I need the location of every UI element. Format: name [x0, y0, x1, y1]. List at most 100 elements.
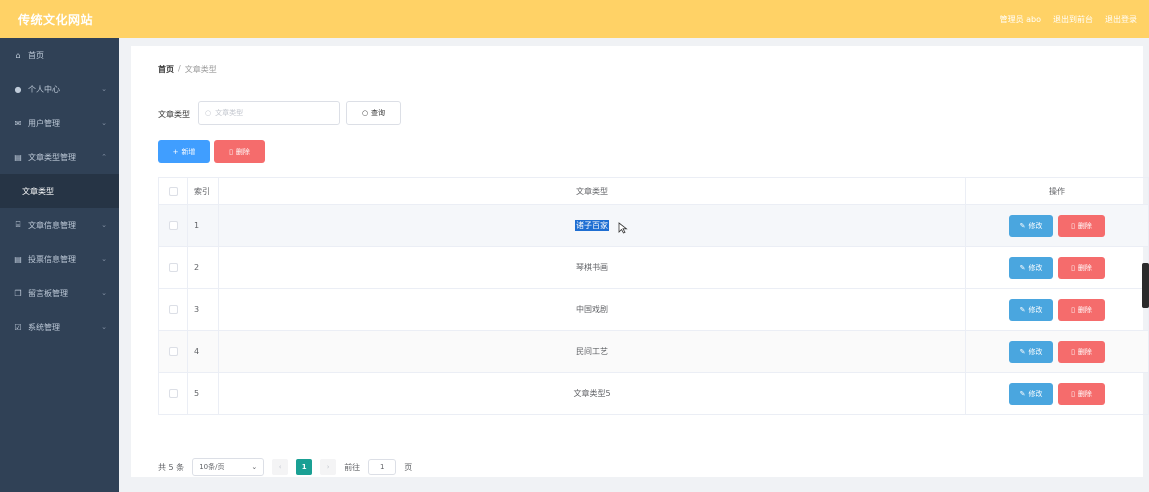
- sidebar-item-article-info[interactable]: ⌸ 文章信息管理 ⌄: [0, 208, 119, 242]
- delete-button-label: 删除: [1077, 263, 1092, 272]
- delete-button[interactable]: ▯ 删除: [1058, 214, 1105, 237]
- row-type: 民间工艺: [218, 330, 966, 373]
- bulk-delete-button[interactable]: ▯ 删除: [214, 140, 265, 163]
- row-checkbox[interactable]: [168, 389, 178, 398]
- delete-button-label: 删除: [1077, 221, 1092, 230]
- trash-icon: ▯: [1071, 347, 1075, 356]
- prev-page-button[interactable]: ‹: [272, 459, 289, 475]
- page-size-value: 10条/页: [199, 463, 225, 471]
- breadcrumb-home[interactable]: 首页: [158, 64, 174, 75]
- search-input[interactable]: ○ 文章类型: [198, 101, 340, 125]
- sidebar-item-system[interactable]: ☑ 系统管理 ⌄: [0, 310, 119, 344]
- scrollbar-handle[interactable]: [1142, 263, 1149, 308]
- sidebar-item-home[interactable]: ⌂ 首页: [0, 38, 119, 72]
- sidebar-item-label: 首页: [28, 50, 44, 60]
- edit-icon: ✎: [1019, 347, 1026, 356]
- user-icon: ●: [14, 84, 22, 94]
- edit-icon: ✎: [1019, 221, 1026, 230]
- edit-icon: ✎: [1019, 263, 1026, 272]
- delete-button[interactable]: ▯ 删除: [1058, 382, 1105, 405]
- next-page-button[interactable]: ›: [320, 459, 337, 475]
- row-check-cell: [158, 330, 188, 373]
- delete-button[interactable]: ▯ 删除: [1058, 256, 1105, 279]
- sidebar-item-article-type[interactable]: 文章类型: [0, 174, 119, 208]
- trash-icon: ▯: [1071, 389, 1075, 398]
- row-check-cell: [158, 204, 188, 247]
- search-icon: ○: [361, 109, 369, 117]
- edit-button[interactable]: ✎ 修改: [1009, 214, 1053, 237]
- goto-page-input[interactable]: 1: [368, 459, 397, 475]
- row-ops: ✎ 修改 ▯ 删除: [965, 204, 1149, 247]
- content-card: 首页 / 文章类型 文章类型 ○ 文章类型 ○ 查询 + 新增 ▯ 删除 索引: [131, 46, 1149, 477]
- pagination: 共 5 条 10条/页 ⌄ ‹ 1 › 前往 1 页: [158, 458, 412, 476]
- page-size-select[interactable]: 10条/页 ⌄: [192, 458, 265, 476]
- bank-icon: ⌸: [15, 220, 21, 229]
- breadcrumb-separator: /: [178, 64, 181, 73]
- sidebar-item-profile[interactable]: ● 个人中心 ⌄: [0, 72, 119, 106]
- edit-button-label: 修改: [1028, 221, 1043, 230]
- select-all-cell: [158, 177, 188, 205]
- row-type-cell: 诸子百家: [218, 204, 966, 247]
- home-icon: ⌂: [15, 50, 21, 60]
- chevron-left-icon: ‹: [278, 463, 282, 471]
- top-header: 传统文化网站 管理员 abo 退出到前台 退出登录: [0, 0, 1149, 38]
- delete-button[interactable]: ▯ 删除: [1058, 298, 1105, 321]
- chevron-down-icon: ⌄: [101, 119, 107, 127]
- search-icon: ○: [205, 109, 212, 117]
- sidebar-item-label: 系统管理: [28, 322, 60, 332]
- table-row: 5 文章类型5 ✎ 修改 ▯ 删除: [158, 372, 1149, 415]
- edit-button[interactable]: ✎ 修改: [1009, 340, 1053, 363]
- sidebar-item-vote-info[interactable]: ▤ 投票信息管理 ⌄: [0, 242, 119, 276]
- row-type: 琴棋书画: [218, 246, 966, 289]
- chevron-down-icon: ⌄: [251, 463, 258, 471]
- trash-icon: ▯: [229, 147, 233, 156]
- row-ops: ✎ 修改 ▯ 删除: [965, 288, 1149, 331]
- chevron-down-icon: ⌄: [101, 323, 107, 331]
- delete-button[interactable]: ▯ 删除: [1058, 340, 1105, 363]
- sidebar-item-message-board[interactable]: ❐ 留言板管理 ⌄: [0, 276, 119, 310]
- edit-button[interactable]: ✎ 修改: [1009, 256, 1053, 279]
- article-type-table: 索引 文章类型 操作 1 诸子百家 ✎ 修改 ▯ 删除 2 琴棋书画 ✎ 修改 …: [158, 177, 1149, 415]
- edit-button[interactable]: ✎ 修改: [1009, 382, 1053, 405]
- select-all-checkbox[interactable]: [168, 186, 178, 196]
- logout-link[interactable]: 退出登录: [1105, 14, 1137, 25]
- trash-icon: ▯: [1071, 305, 1075, 314]
- search-label: 文章类型: [158, 110, 190, 119]
- sidebar-item-users[interactable]: ✉ 用户管理 ⌄: [0, 106, 119, 140]
- row-check-cell: [158, 288, 188, 331]
- header-right: 管理员 abo 退出到前台 退出登录: [1000, 14, 1137, 25]
- edit-button[interactable]: ✎ 修改: [1009, 298, 1053, 321]
- add-button[interactable]: + 新增: [158, 140, 210, 163]
- plus-icon: +: [172, 147, 179, 156]
- header-index: 索引: [187, 177, 219, 205]
- edit-button-label: 修改: [1028, 263, 1043, 272]
- row-index: 1: [187, 204, 219, 247]
- query-button[interactable]: ○ 查询: [346, 101, 401, 125]
- row-checkbox[interactable]: [168, 347, 178, 356]
- row-checkbox[interactable]: [168, 221, 178, 230]
- sidebar-item-label: 文章类型: [22, 186, 54, 196]
- page-number-current[interactable]: 1: [296, 459, 313, 475]
- row-checkbox[interactable]: [168, 263, 178, 272]
- doc-icon: ▤: [14, 254, 22, 264]
- exit-home-link[interactable]: 退出到前台: [1053, 14, 1093, 25]
- sidebar-item-label: 个人中心: [28, 84, 60, 94]
- page-unit-label: 页: [404, 462, 413, 472]
- row-check-cell: [158, 372, 188, 415]
- delete-button-label: 删除: [1077, 389, 1092, 398]
- trash-icon: ▯: [1071, 263, 1075, 272]
- trash-icon: ▯: [1071, 221, 1075, 230]
- table-row: 3 中国戏剧 ✎ 修改 ▯ 删除: [158, 288, 1149, 331]
- header-ops: 操作: [965, 177, 1149, 205]
- row-check-cell: [158, 246, 188, 289]
- table-row: 2 琴棋书画 ✎ 修改 ▯ 删除: [158, 246, 1149, 289]
- pagination-total: 共 5 条: [158, 462, 185, 472]
- row-checkbox[interactable]: [168, 305, 178, 314]
- breadcrumb-current: 文章类型: [184, 65, 217, 74]
- edit-button-label: 修改: [1028, 389, 1043, 398]
- row-ops: ✎ 修改 ▯ 删除: [965, 330, 1149, 373]
- search-placeholder: 文章类型: [215, 109, 244, 117]
- chevron-down-icon: ⌄: [101, 85, 107, 93]
- sidebar-item-article-type-mgmt[interactable]: ▤ 文章类型管理 ⌃: [0, 140, 119, 174]
- site-title: 传统文化网站: [18, 12, 94, 27]
